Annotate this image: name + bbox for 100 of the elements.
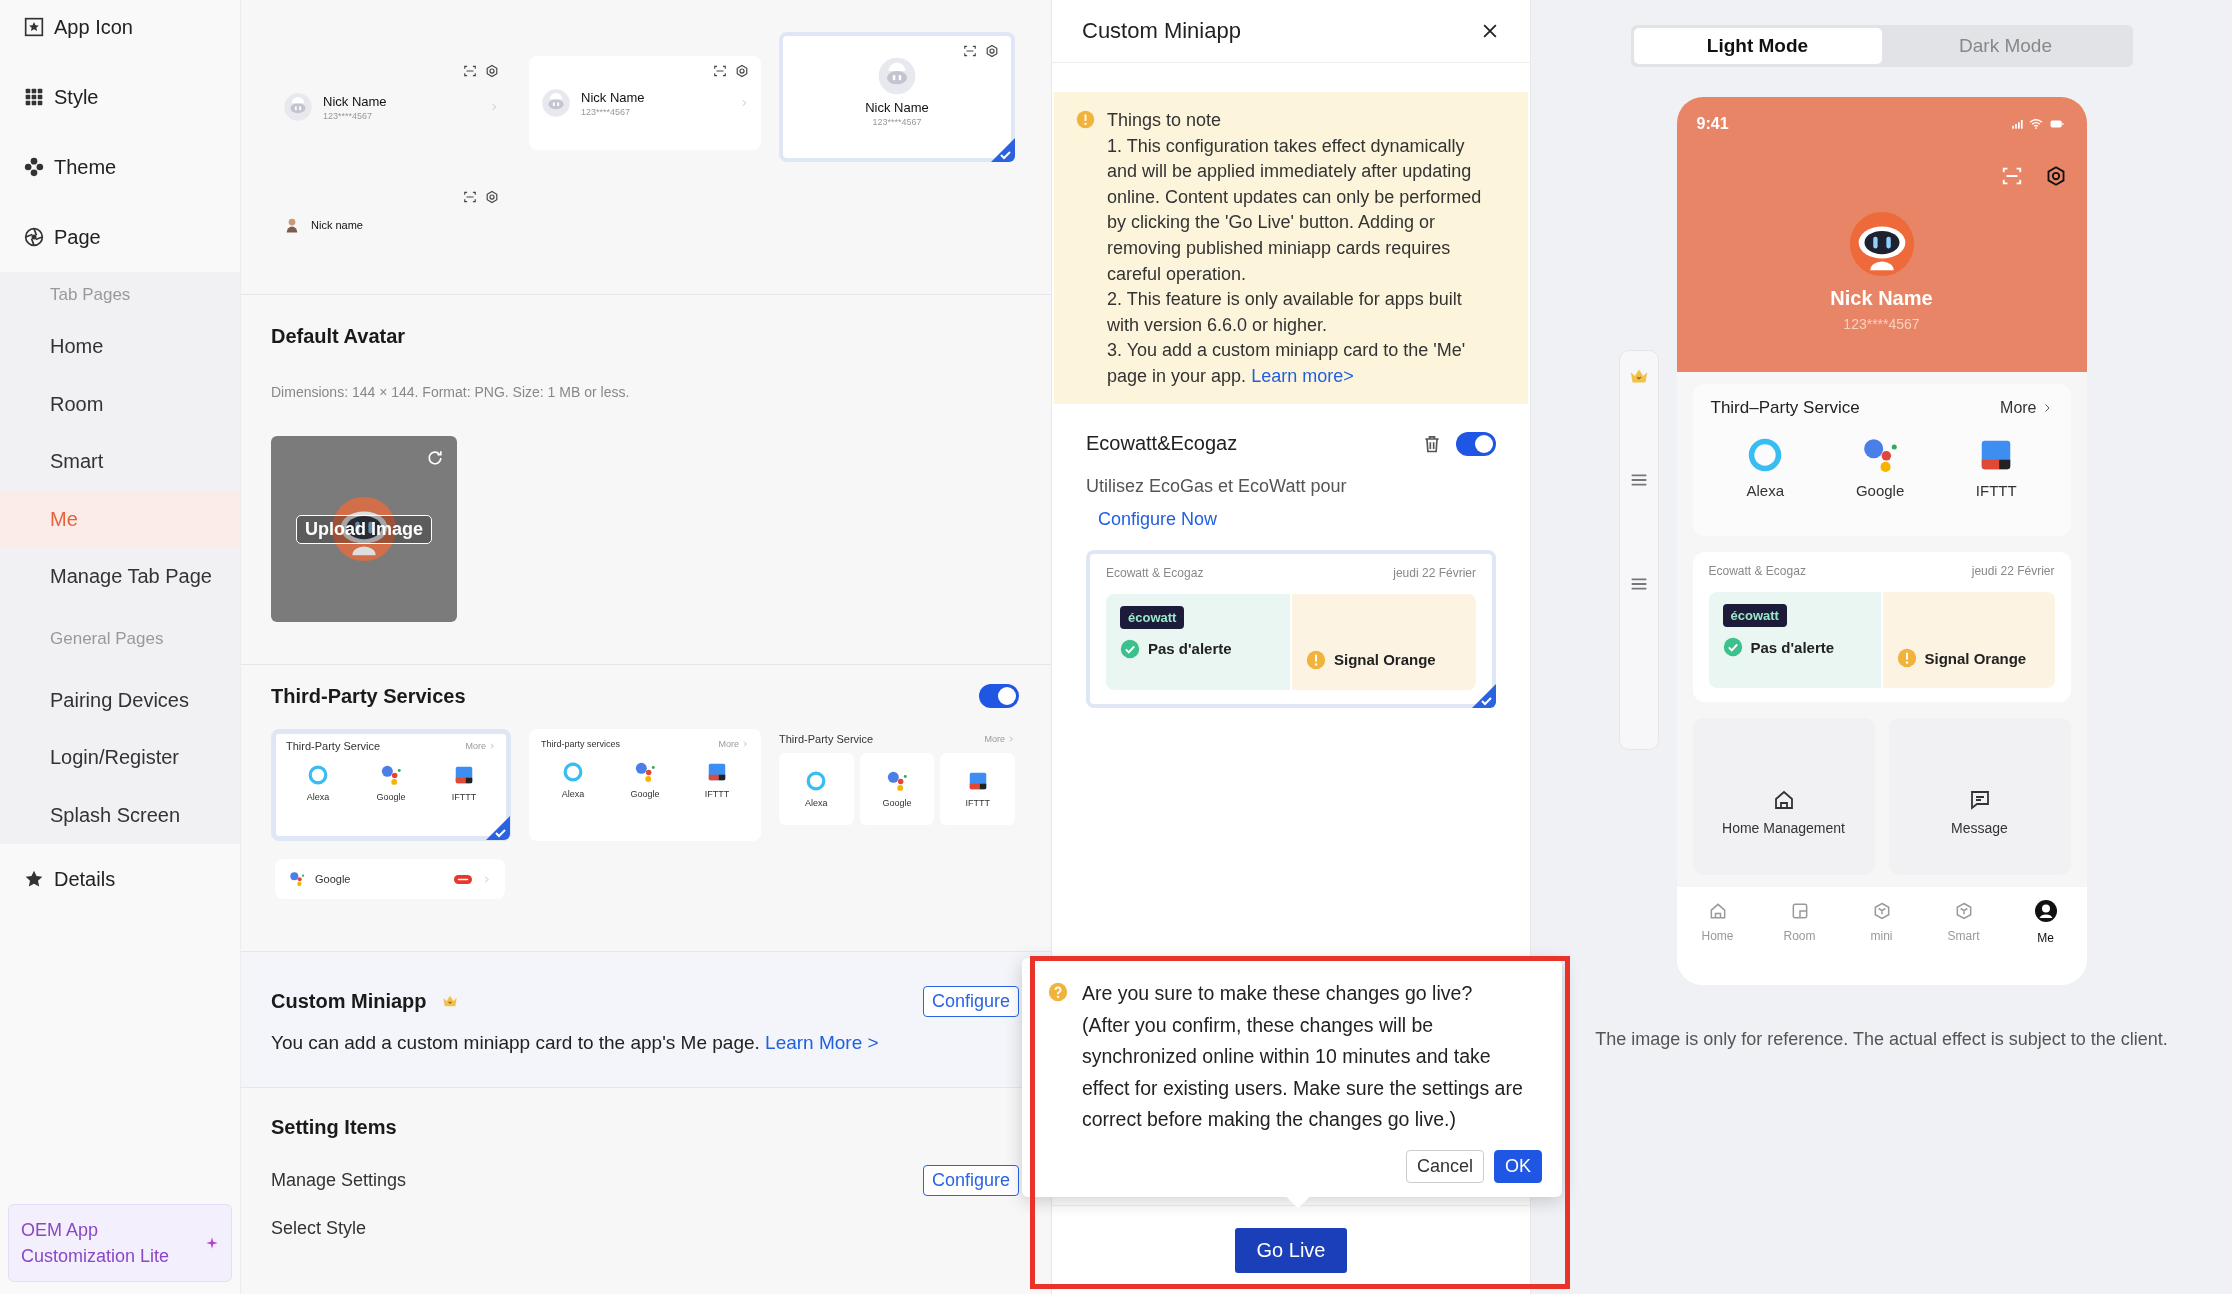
group-heading: General Pages [49, 627, 165, 650]
settings-icon[interactable] [485, 64, 499, 78]
nick-name: Nick Name [865, 100, 929, 115]
service-style-card[interactable]: Third-party services More Alexa Google IFTTT [529, 729, 761, 841]
nick-name: Nick Name [581, 89, 646, 105]
sidebar-item[interactable]: Page [0, 202, 240, 272]
nick-name: Nick Name [1830, 287, 1933, 310]
tab-label: Room [1783, 929, 1816, 943]
service-tile[interactable]: IFTTT [940, 753, 1015, 825]
settings-icon[interactable] [985, 44, 999, 58]
chevron-icon [1007, 735, 1015, 743]
sidebar-item[interactable]: Room [0, 375, 240, 433]
section-title: Third-Party Services [271, 684, 466, 708]
toggle-switch[interactable] [1456, 431, 1496, 456]
notice-text: 2. This feature is only available for apps built with version 6.6.0 or higher. [1107, 288, 1463, 337]
card-title: Third-party services [541, 739, 622, 749]
avatar-style-card[interactable]: Nick Name 123****4567 [271, 32, 511, 162]
sidebar-item[interactable]: Login/Register [0, 729, 240, 787]
sidebar-item[interactable]: Pairing Devices [0, 671, 240, 729]
colored-dots-icon [289, 871, 305, 887]
cancel-button[interactable]: Cancel [1405, 1149, 1484, 1183]
square-app-icon [706, 761, 728, 783]
tab-label: Smart [1947, 929, 1980, 943]
upload-image-button[interactable]: Upload Image [296, 514, 432, 544]
scan-icon[interactable] [963, 44, 977, 58]
miniapp-description: Utilisez EcoGas et EcoWatt pour [1086, 475, 1348, 497]
check-circle-icon [1120, 638, 1140, 659]
service-style-card[interactable]: Third-Party Service More Alexa Google IFTTT [779, 729, 1015, 841]
status-text: Pas d'alerte [1750, 638, 1835, 656]
card-title: Third-Party Service [286, 740, 382, 752]
sidebar-item[interactable]: Smart [0, 433, 240, 491]
sidebar-item[interactable]: Details [0, 844, 240, 914]
service-label: Google [882, 798, 912, 808]
sidebar-item[interactable]: Manage Tab Page [0, 548, 240, 606]
selected-check-icon [991, 138, 1015, 162]
status-text: Pas d'alerte [1148, 640, 1232, 658]
settings-icon[interactable] [485, 190, 499, 204]
promo-text: OEM App Customization Lite [21, 1219, 171, 1268]
check-circle-icon [1722, 637, 1743, 657]
learn-more-link[interactable]: Learn More > [765, 1032, 879, 1053]
description-text: You can add a custom miniapp card to the app's Me page. Learn More > [271, 1032, 880, 1054]
sidebar-item[interactable]: Splash Screen [0, 786, 240, 844]
service-label: IFTTT [704, 789, 730, 799]
learn-more-link[interactable]: Learn more> [1251, 365, 1354, 386]
configure-now-link[interactable]: Configure Now [1098, 508, 1218, 530]
section-title: Default Avatar [271, 325, 407, 348]
promo-card[interactable]: OEM App Customization Lite [8, 1204, 232, 1282]
sidebar-item[interactable]: Style [0, 62, 240, 132]
footnote-text: The image is only for reference. The actual effect is subject to the client. [1595, 1029, 2168, 1050]
chevron-icon [482, 874, 491, 884]
avatar-upload-box[interactable]: Upload Image [271, 436, 457, 622]
wifi-icon [2028, 117, 2043, 131]
tab-item[interactable]: Me [2015, 901, 2076, 945]
square-app-icon [453, 764, 475, 786]
shortcut-card[interactable]: Home Management [1692, 718, 1875, 875]
nick-name: Nick Name [323, 93, 388, 109]
service-label: Alexa [805, 798, 828, 808]
sidebar-item[interactable]: Theme [0, 132, 240, 202]
shortcut-card[interactable]: Message [1888, 718, 2071, 875]
status-text: Signal Orange [1334, 651, 1436, 669]
person-icon [2033, 899, 2058, 923]
service-label: Alexa [1746, 482, 1785, 499]
phone-number: 123****4567 [581, 106, 632, 117]
scan-icon[interactable] [463, 64, 477, 78]
avatar-style-card[interactable]: Nick Name 123****4567 [779, 32, 1015, 162]
ok-button[interactable]: OK [1494, 1149, 1542, 1183]
settings-icon[interactable] [735, 64, 749, 78]
service-style-card[interactable]: Third-Party Service More Alexa Google IFTTT [271, 729, 511, 841]
service-tile[interactable]: Google [859, 753, 935, 825]
drawer-title: Custom Miniapp [1082, 18, 1241, 44]
colored-dots-icon[interactable] [1861, 436, 1900, 474]
scan-icon[interactable] [713, 64, 727, 78]
ecowatt-logo: écowatt [1722, 604, 1787, 627]
miniapp-card-preview[interactable]: Ecowatt & Ecogaz jeudi 22 Février écowatt Pas d'alerte Signal Orange [1086, 549, 1496, 708]
scan-icon[interactable] [463, 190, 477, 204]
sidebar-item[interactable]: App Icon [0, 0, 240, 62]
sidebar-item[interactable]: Home [0, 318, 240, 376]
chevron-icon [741, 740, 749, 748]
tab-label: mini [1870, 929, 1893, 943]
trash-icon[interactable] [1422, 433, 1442, 454]
service-tile[interactable]: Alexa [779, 753, 854, 825]
configure-button[interactable]: Configure [922, 985, 1019, 1017]
go-live-button[interactable]: Go Live [1234, 1227, 1348, 1273]
chevron-icon [488, 742, 496, 750]
selected-check-icon [1472, 683, 1496, 708]
service-label: Alexa [306, 792, 330, 802]
colored-dots-icon [886, 770, 908, 792]
avatar-style-card[interactable]: Nick name [271, 182, 511, 262]
warning-icon [1896, 648, 1917, 668]
configure-button[interactable]: Configure [922, 1164, 1019, 1196]
toggle-switch[interactable] [979, 684, 1019, 708]
miniapp-name: Ecowatt&Ecogaz [1086, 432, 1239, 456]
mode-tab[interactable]: Light Mode [1633, 28, 1882, 64]
service-style-card[interactable]: Google [275, 859, 505, 899]
signal-icon [2010, 117, 2025, 131]
refresh-icon[interactable] [425, 448, 445, 468]
avatar-style-card[interactable]: Nick Name 123****4567 [529, 56, 761, 150]
aperture-icon [24, 227, 44, 247]
more-link[interactable]: More [2000, 399, 2037, 417]
new-badge-icon [454, 874, 472, 884]
